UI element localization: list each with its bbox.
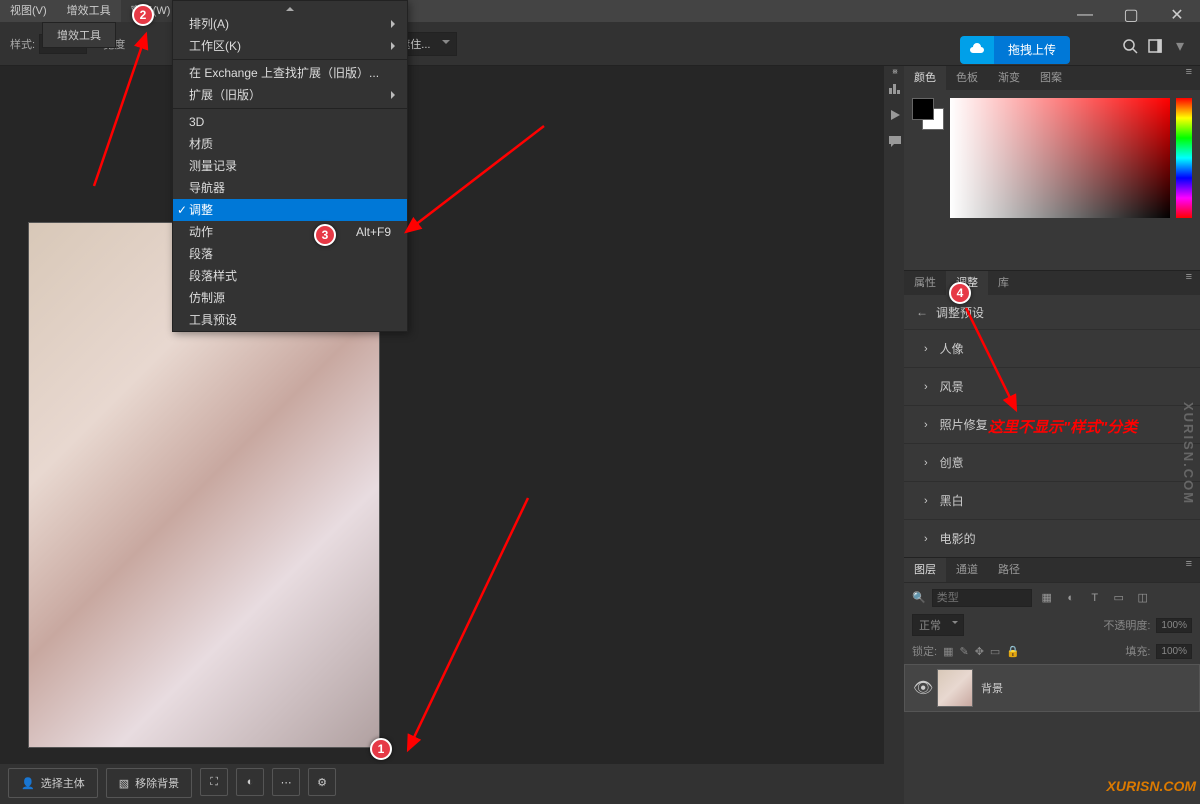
- panel-menu-icon[interactable]: ≡: [1178, 558, 1200, 582]
- preset-cinematic[interactable]: ›电影的: [904, 519, 1200, 557]
- menu-material[interactable]: 材质: [173, 133, 407, 155]
- adjustment-presets-back[interactable]: ←调整预设: [904, 295, 1200, 329]
- tab-channels[interactable]: 通道: [946, 558, 988, 582]
- filter-shape-icon[interactable]: ▭: [1110, 591, 1128, 604]
- layer-row[interactable]: 👁 背景: [904, 664, 1200, 712]
- menu-measure[interactable]: 测量记录: [173, 155, 407, 177]
- lock-trans-icon[interactable]: ▦: [943, 645, 953, 658]
- menu-extensions[interactable]: 扩展（旧版）: [173, 84, 407, 106]
- layer-name[interactable]: 背景: [981, 680, 1003, 696]
- panel-menu-icon[interactable]: ≡: [1178, 271, 1200, 295]
- lock-art-icon[interactable]: ▭: [990, 645, 1000, 658]
- menu-paragraph-styles[interactable]: 段落样式: [173, 265, 407, 287]
- fill-value[interactable]: 100%: [1156, 644, 1192, 659]
- menu-navigator[interactable]: 导航器: [173, 177, 407, 199]
- menu-tool-presets[interactable]: 工具预设: [173, 309, 407, 331]
- tab-swatches[interactable]: 色板: [946, 66, 988, 90]
- menu-view[interactable]: 视图(V): [0, 0, 57, 22]
- canvas-area[interactable]: [0, 66, 884, 764]
- menu-3d[interactable]: 3D: [173, 111, 407, 133]
- settings-icon[interactable]: ⚙: [308, 768, 336, 796]
- upload-button[interactable]: 拖拽上传: [960, 36, 1070, 64]
- filter-tool-item[interactable]: 增效工具: [42, 22, 116, 48]
- hue-slider[interactable]: [1176, 98, 1192, 218]
- opacity-value[interactable]: 100%: [1156, 618, 1192, 633]
- more-icon[interactable]: ⋯: [272, 768, 300, 796]
- panel-menu-icon[interactable]: ≡: [1178, 66, 1200, 90]
- search-icon[interactable]: [1122, 38, 1138, 54]
- preset-portrait[interactable]: ›人像: [904, 329, 1200, 367]
- annotation-badge-3: 3: [314, 224, 336, 246]
- tab-paths[interactable]: 路径: [988, 558, 1030, 582]
- menu-workspace[interactable]: 工作区(K): [173, 35, 407, 57]
- annotation-badge-1: 1: [370, 738, 392, 760]
- watermark-vertical: XURISN.COM: [1181, 402, 1196, 505]
- play-icon[interactable]: [888, 108, 902, 122]
- layer-thumbnail[interactable]: [937, 669, 973, 707]
- menu-exchange[interactable]: 在 Exchange 上查找扩展（旧版）...: [173, 62, 407, 84]
- preset-creative[interactable]: ›创意: [904, 443, 1200, 481]
- style-label: 样式:: [10, 36, 35, 52]
- cloud-icon: [960, 36, 994, 64]
- menu-adjustments[interactable]: 调整: [173, 199, 407, 221]
- transform-icon[interactable]: ⛶: [200, 768, 228, 796]
- tab-libraries[interactable]: 库: [988, 271, 1019, 295]
- filter-smart-icon[interactable]: ◫: [1134, 591, 1152, 604]
- annotation-badge-2: 2: [132, 4, 154, 26]
- comment-icon[interactable]: [887, 134, 903, 148]
- menu-clone-source[interactable]: 仿制源: [173, 287, 407, 309]
- annotation-badge-4: 4: [949, 282, 971, 304]
- menu-filters[interactable]: 增效工具: [57, 0, 121, 22]
- lock-all-icon[interactable]: 🔒: [1006, 645, 1020, 658]
- filter-type-icon[interactable]: T: [1086, 592, 1104, 604]
- tab-properties[interactable]: 属性: [904, 271, 946, 295]
- tab-patterns[interactable]: 图案: [1030, 66, 1072, 90]
- menu-actions[interactable]: 动作Alt+F9: [173, 221, 407, 243]
- adjust-icon[interactable]: ◐: [236, 768, 264, 796]
- filter-adjust-icon[interactable]: ◐: [1062, 592, 1080, 604]
- histogram-icon[interactable]: [887, 80, 903, 96]
- preset-bw[interactable]: ›黑白: [904, 481, 1200, 519]
- annotation-text: 这里不显示"样式"分类: [988, 416, 1137, 437]
- menu-paragraph[interactable]: 段落: [173, 243, 407, 265]
- lock-pos-icon[interactable]: ✥: [975, 645, 984, 658]
- tab-color[interactable]: 颜色: [904, 66, 946, 90]
- workspace-icon[interactable]: [1148, 39, 1166, 53]
- collapse-panel-icon[interactable]: «: [886, 66, 904, 77]
- watermark: XURISN.COM: [1107, 778, 1196, 794]
- preset-landscape[interactable]: ›风景: [904, 367, 1200, 405]
- blend-mode[interactable]: 正常: [912, 614, 964, 636]
- tab-layers[interactable]: 图层: [904, 558, 946, 582]
- visibility-icon[interactable]: 👁: [913, 678, 929, 698]
- select-subject-button[interactable]: 👤选择主体: [8, 768, 98, 798]
- tab-gradients[interactable]: 渐变: [988, 66, 1030, 90]
- menu-arrange[interactable]: 排列(A): [173, 13, 407, 35]
- lock-paint-icon[interactable]: ✎: [959, 645, 968, 658]
- window-menu: 排列(A) 工作区(K) 在 Exchange 上查找扩展（旧版）... 扩展（…: [172, 0, 408, 332]
- filter-pixel-icon[interactable]: ▦: [1038, 591, 1056, 604]
- menu-scroll-up[interactable]: [173, 1, 407, 13]
- color-picker[interactable]: [950, 98, 1170, 218]
- color-swatch[interactable]: [912, 98, 944, 130]
- layer-search[interactable]: [932, 589, 1032, 607]
- remove-bg-button[interactable]: ▧移除背景: [106, 768, 192, 798]
